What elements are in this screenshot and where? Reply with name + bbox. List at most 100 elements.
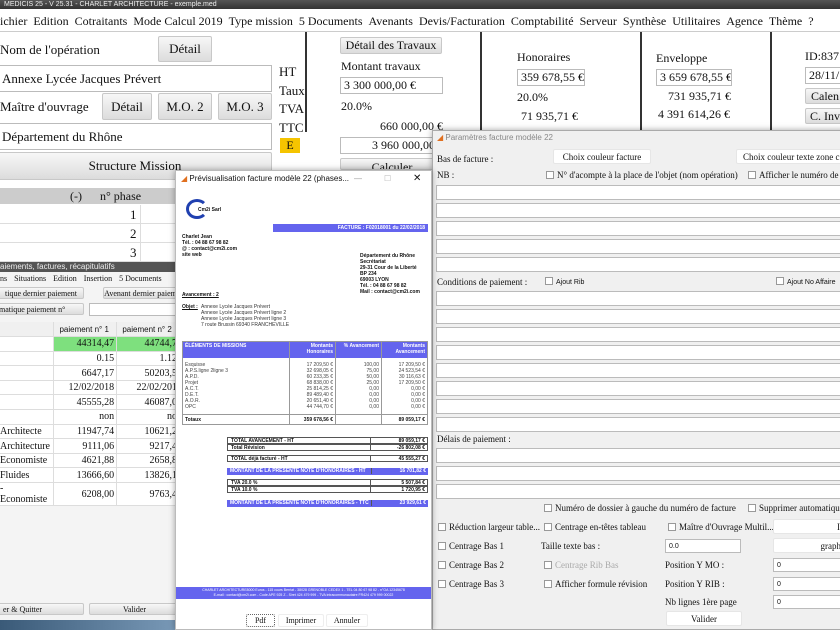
menu-item[interactable]: Type mission <box>229 14 293 28</box>
mo-multi-checkbox[interactable]: Maître d'Ouvrage Multil... <box>668 522 774 532</box>
close-icon[interactable]: ✕ <box>413 171 421 187</box>
mo3-button[interactable]: M.O. 3 <box>218 93 272 120</box>
enveloppe-ht-input[interactable]: 3 659 678,55 € <box>656 69 732 86</box>
bas-facture-input[interactable] <box>436 221 840 236</box>
menu-item[interactable]: Synthèse <box>623 14 666 28</box>
insert-button[interactable]: Ins <box>773 519 840 534</box>
centrage-bas2-checkbox[interactable]: Centrage Bas 2 <box>438 560 504 570</box>
payment-cell[interactable]: 6647,17 <box>53 365 118 381</box>
conditions-input[interactable] <box>436 363 840 378</box>
payment-cell[interactable]: 11947,74 <box>53 424 118 440</box>
payments-menu-item[interactable]: ns <box>0 274 7 283</box>
e-badge[interactable]: E <box>280 138 300 153</box>
cancel-button[interactable]: Annuler <box>326 614 368 627</box>
payments-menu-item[interactable]: Edition <box>53 274 77 283</box>
date-input[interactable]: 28/11/ <box>805 67 840 84</box>
position-mo-input[interactable]: 0 <box>773 558 840 572</box>
conditions-input[interactable] <box>436 327 840 342</box>
acompte-checkbox[interactable]: N° d'acompte à la place de l'objet (nom … <box>546 170 738 180</box>
payment-cell[interactable]: 13666,60 <box>53 467 118 484</box>
formule-checkbox[interactable]: Afficher formule révision <box>544 579 647 589</box>
bas-facture-input[interactable] <box>436 185 840 200</box>
table-row[interactable]: 0.15 1.12 <box>0 351 180 367</box>
nb-lignes-input[interactable]: 0 <box>773 595 840 609</box>
table-row[interactable]: Architecture 9111,06 9217,4 <box>0 438 180 454</box>
last-payment-button[interactable]: tique dernier paiement <box>0 287 84 299</box>
payment-cell[interactable]: 2658,8 <box>116 453 180 469</box>
payment-cell[interactable]: 12/02/2018 <box>53 380 118 396</box>
table-row[interactable]: 44314,47 44744,7 <box>0 336 180 352</box>
phase-row[interactable]: 3 <box>0 243 180 262</box>
bas-facture-input[interactable] <box>436 239 840 254</box>
maximize-icon[interactable]: ☐ <box>384 171 391 187</box>
travaux-ht-input[interactable]: 3 300 000,00 € <box>340 77 443 94</box>
centrage-entetes-checkbox[interactable]: Centrage en-têtes tableau <box>544 522 646 532</box>
menu-item[interactable]: Mode Calcul 2019 <box>133 14 222 28</box>
payment-cell[interactable]: 1.12 <box>116 351 180 367</box>
delais-input[interactable] <box>436 484 840 499</box>
show-number-checkbox[interactable]: Afficher le numéro de S <box>748 170 840 180</box>
calculate-button[interactable]: Calculer <box>340 158 444 170</box>
payment-cell[interactable]: 9111,06 <box>53 438 118 454</box>
print-button[interactable]: Imprimer <box>278 614 324 627</box>
rib-checkbox[interactable]: Ajout Rib <box>545 277 584 286</box>
avenant-last-payment-button[interactable]: Avenant dernier paiem <box>103 287 178 299</box>
payment-cell[interactable]: 22/02/201 <box>116 380 180 396</box>
table-row[interactable]: - Economiste 6208,00 9763,4 <box>0 482 180 507</box>
menu-item[interactable]: Cotraitants <box>75 14 128 28</box>
operation-name-input[interactable]: Annexe Lycée Jacques Prévert <box>0 65 272 92</box>
menu-item[interactable]: Utilitaires <box>672 14 720 28</box>
bas-facture-input[interactable] <box>436 203 840 218</box>
delais-input[interactable] <box>436 466 840 481</box>
owner-detail-button[interactable]: Détail <box>102 93 152 120</box>
table-row[interactable]: Fluides 13666,60 13826,1 <box>0 467 180 484</box>
payment-cell[interactable]: 9763,4 <box>116 482 180 507</box>
payment-cell[interactable]: 4621,88 <box>53 453 118 469</box>
menu-item[interactable]: 5 Documents <box>299 14 363 28</box>
menu-item[interactable]: Edition <box>33 14 68 28</box>
payment-cell[interactable]: 13826,1 <box>116 467 180 484</box>
c-inv-button[interactable]: C. Inv <box>805 108 840 124</box>
menu-item[interactable]: Thème <box>769 14 802 28</box>
menu-item[interactable]: Devis/Facturation <box>419 14 505 28</box>
reduction-checkbox[interactable]: Réduction largeur table... <box>438 522 540 532</box>
save-quit-button[interactable]: er & Quitter <box>0 603 84 615</box>
position-rib-input[interactable]: 0 <box>773 577 840 591</box>
payment-cell[interactable]: non <box>53 409 118 425</box>
menu-item[interactable]: ichier <box>0 14 27 28</box>
table-row[interactable]: 12/02/2018 22/02/201 <box>0 380 180 396</box>
menu-item[interactable]: Avenants <box>369 14 413 28</box>
menu-item[interactable]: Comptabilité <box>511 14 574 28</box>
operation-detail-button[interactable]: Détail <box>158 36 212 62</box>
conditions-input[interactable] <box>436 417 840 432</box>
invoice-color-button[interactable]: Choix couleur facture <box>553 149 651 164</box>
centrage-rib-bas-checkbox[interactable]: Centrage Rib Bas <box>544 560 619 570</box>
owner-input[interactable]: Département du Rhône <box>0 123 272 150</box>
conditions-input[interactable] <box>436 309 840 324</box>
conditions-input[interactable] <box>436 345 840 360</box>
payment-cell[interactable]: 50203,5 <box>116 365 180 381</box>
calendar-button[interactable]: Calen <box>805 88 840 104</box>
menu-item[interactable]: ? <box>808 14 813 28</box>
dossier-checkbox[interactable]: Numéro de dossier à gauche du numéro de … <box>544 503 736 513</box>
payment-cell[interactable]: 44744,7 <box>116 336 180 352</box>
conditions-input[interactable] <box>436 381 840 396</box>
table-row[interactable]: non no <box>0 409 180 425</box>
payment-cell[interactable]: 10621,2 <box>116 424 180 440</box>
phase-row[interactable]: 1 <box>0 205 180 224</box>
graphique-button[interactable]: graphiq <box>773 538 840 553</box>
params-validate-button[interactable]: Valider <box>666 611 742 626</box>
centrage-bas1-checkbox[interactable]: Centrage Bas 1 <box>438 541 504 551</box>
bas-facture-input[interactable] <box>436 257 840 272</box>
payment-cell[interactable]: 46087,0 <box>116 394 180 411</box>
travaux-detail-button[interactable]: Détail des Travaux <box>340 37 442 54</box>
menu-item[interactable]: Agence <box>726 14 763 28</box>
text-color-button[interactable]: Choix couleur texte zone c <box>736 149 840 164</box>
phase-row[interactable]: 2 <box>0 224 180 243</box>
auto-payment-button[interactable]: matique paiement n° <box>0 303 84 315</box>
payment-cell[interactable]: 9217,4 <box>116 438 180 454</box>
table-row[interactable]: 45555,28 46087,0 <box>0 394 180 411</box>
delais-input[interactable] <box>436 448 840 463</box>
mo2-button[interactable]: M.O. 2 <box>158 93 212 120</box>
centrage-bas3-checkbox[interactable]: Centrage Bas 3 <box>438 579 504 589</box>
